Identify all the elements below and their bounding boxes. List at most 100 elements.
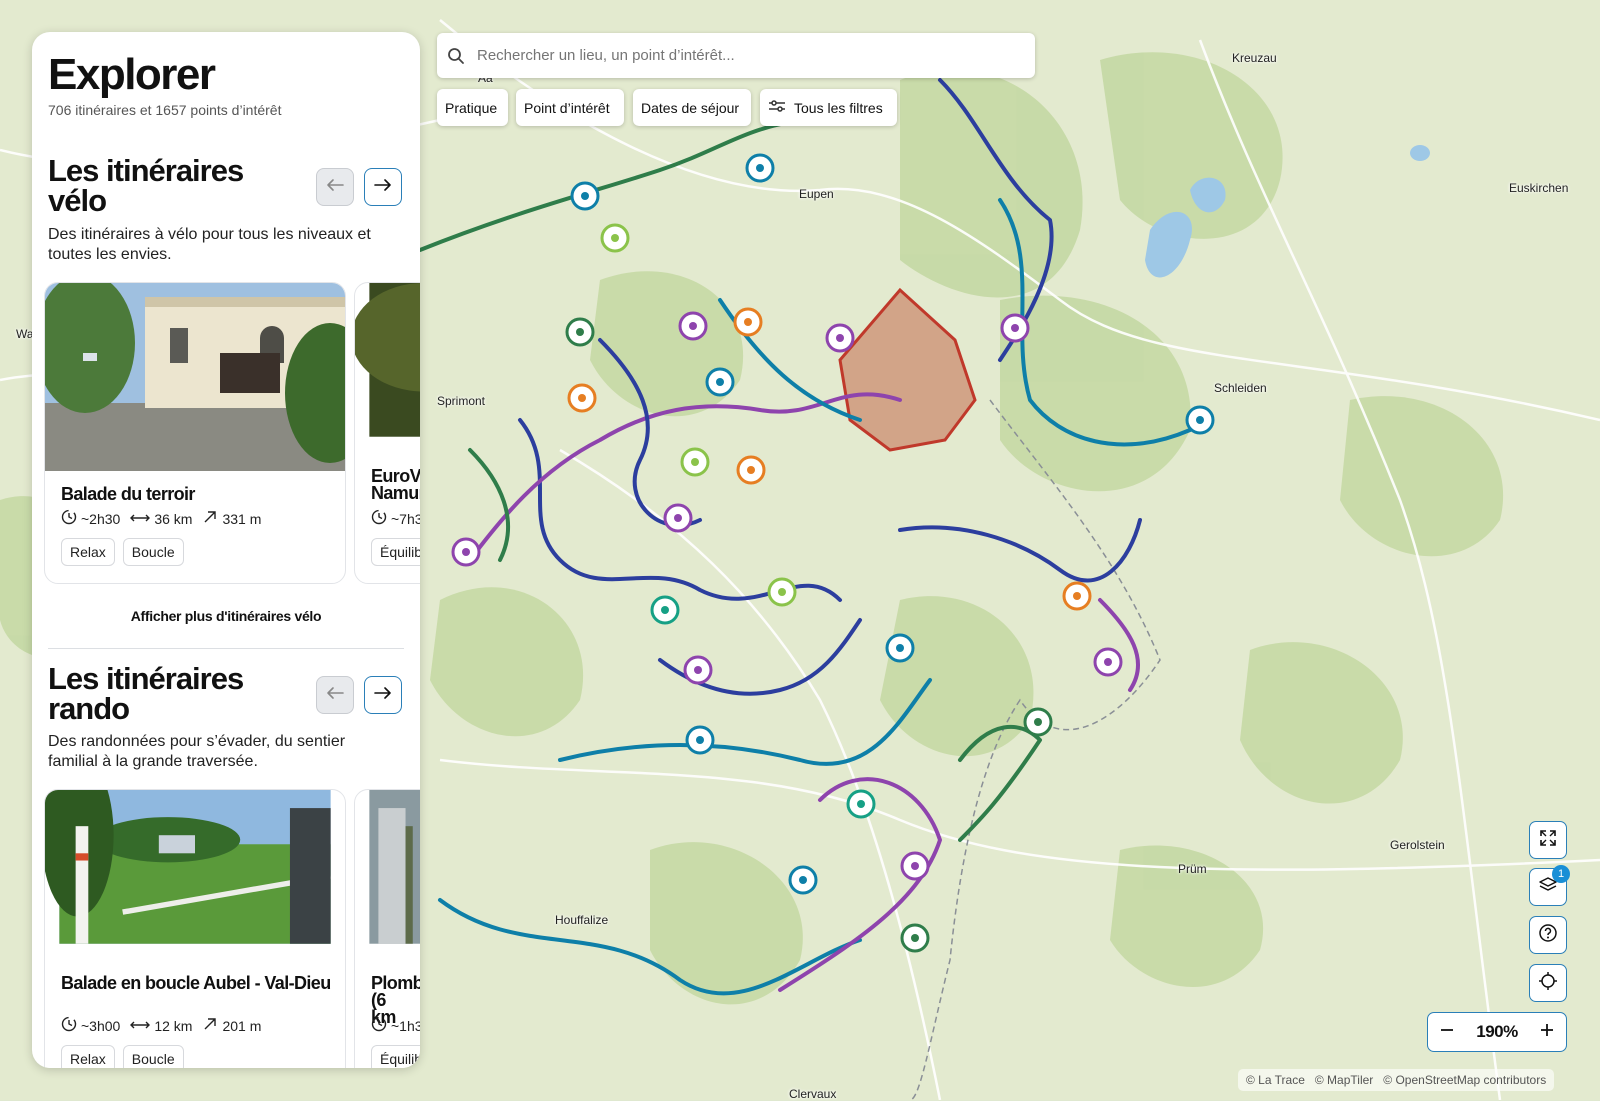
route-tag: Équilib	[371, 538, 420, 566]
filter-chip-dates[interactable]: Dates de séjour	[633, 89, 751, 126]
results-count: 706 itinéraires et 1657 points d’intérêt	[48, 102, 282, 118]
elevation-icon	[202, 1016, 218, 1035]
nature-poi-marker[interactable]	[680, 447, 710, 477]
carousel-prev-button[interactable]	[316, 676, 354, 714]
route-card-title: Balade du terroir	[61, 484, 195, 504]
route-card-title: EuroVelo Namur	[371, 466, 420, 503]
place-label: Euskirchen	[1509, 181, 1569, 195]
section-description: Des randonnées pour s’évader, du sentier…	[48, 733, 346, 770]
carousel-next-button[interactable]	[364, 168, 402, 206]
route-tag: Boucle	[122, 1045, 184, 1068]
clock-icon	[371, 1016, 387, 1035]
attribution-link[interactable]: © MapTiler	[1315, 1073, 1373, 1087]
walking-poi-marker[interactable]	[1023, 707, 1053, 737]
walking-poi-marker[interactable]	[900, 923, 930, 953]
hiking-poi-marker[interactable]	[451, 537, 481, 567]
minus-icon	[1439, 1022, 1455, 1043]
carousel-next-button[interactable]	[364, 676, 402, 714]
hiking-poi-marker[interactable]	[825, 323, 855, 353]
cycling-poi-marker[interactable]	[705, 367, 735, 397]
route-duration: ~2h30	[81, 510, 121, 527]
filter-chip-poi[interactable]: Point d’intérêt	[516, 89, 624, 126]
place-label: Wa	[16, 327, 34, 341]
restaurant-poi-marker[interactable]	[567, 383, 597, 413]
hiking-poi-marker[interactable]	[663, 503, 693, 533]
carousel-prev-button[interactable]	[316, 168, 354, 206]
show-more-cycling-link[interactable]: Afficher plus d'itinéraires vélo	[32, 608, 420, 624]
hiking-poi-marker[interactable]	[1093, 647, 1123, 677]
arrow-left-icon	[326, 686, 344, 705]
nature-poi-marker[interactable]	[767, 577, 797, 607]
distance-icon	[130, 511, 151, 527]
place-label: Gerolstein	[1390, 838, 1445, 852]
leisure-poi-marker[interactable]	[846, 789, 876, 819]
filter-chip-practice[interactable]: Pratique	[437, 89, 508, 126]
leisure-poi-marker[interactable]	[788, 865, 818, 895]
walking-poi-marker[interactable]	[1185, 405, 1215, 435]
route-card-photo	[45, 790, 332, 944]
restaurant-poi-marker[interactable]	[1062, 581, 1092, 611]
route-tag: Relax	[61, 1045, 115, 1068]
hiking-poi-marker[interactable]	[678, 311, 708, 341]
route-card[interactable]: Balade en boucle Aubel - Val-Dieu ~3h00 …	[44, 789, 346, 1068]
arrow-left-icon	[326, 178, 344, 197]
place-label: Sprimont	[437, 394, 486, 408]
arrow-right-icon	[374, 686, 392, 705]
hiking-poi-marker[interactable]	[900, 851, 930, 881]
page-title: Explorer	[48, 50, 216, 99]
hiking-poi-marker[interactable]	[683, 655, 713, 685]
cycling-poi-marker[interactable]	[885, 633, 915, 663]
section-title-cycling: Les itinéraires vélo	[48, 153, 244, 218]
place-label: Prüm	[1178, 862, 1207, 876]
zoom-in-button[interactable]	[1528, 1013, 1566, 1051]
swimming-poi-marker[interactable]	[650, 595, 680, 625]
lodging-poi-marker[interactable]	[736, 455, 766, 485]
route-card[interactable]: EuroVelo Namur ~7h3 Équilib	[354, 282, 420, 584]
fullscreen-button[interactable]	[1529, 821, 1567, 859]
route-card-photo	[355, 283, 420, 437]
locate-button[interactable]	[1529, 964, 1567, 1002]
place-label: Clervaux	[789, 1087, 837, 1101]
place-label: Eupen	[799, 187, 834, 201]
hiking-poi-marker[interactable]	[1000, 313, 1030, 343]
place-label: Kreuzau	[1232, 51, 1277, 65]
expand-icon	[1539, 829, 1557, 852]
lodging-poi-marker[interactable]	[733, 307, 763, 337]
section-description: Des itinéraires à vélo pour tous les niv…	[48, 226, 371, 263]
zoom-out-button[interactable]	[1428, 1013, 1466, 1051]
place-label: Houffalize	[555, 913, 609, 927]
nature-poi-marker[interactable]	[600, 223, 630, 253]
filter-chip-label: Pratique	[445, 99, 498, 116]
route-distance: 36 km	[154, 510, 193, 527]
route-duration: ~7h3	[391, 510, 420, 527]
route-card-photo	[45, 283, 345, 471]
zoom-control: 190%	[1427, 1012, 1567, 1052]
attribution-link[interactable]: © OpenStreetMap contributors	[1383, 1073, 1546, 1087]
cycling-poi-marker[interactable]	[570, 181, 600, 211]
elevation-icon	[202, 509, 218, 528]
search-input[interactable]	[475, 46, 1019, 65]
arrow-right-icon	[374, 178, 392, 197]
zoom-level: 190%	[1476, 1022, 1518, 1041]
route-elevation: 201 m	[222, 1017, 262, 1034]
layers-count-badge: 1	[1552, 865, 1570, 883]
filter-chip-label: Point d’intérêt	[524, 99, 610, 116]
plus-icon	[1539, 1022, 1555, 1043]
walking-poi-marker[interactable]	[685, 725, 715, 755]
clock-icon	[61, 509, 77, 528]
search-bar[interactable]	[437, 33, 1035, 78]
distance-icon	[130, 1018, 151, 1034]
sliders-icon	[768, 99, 786, 116]
route-card[interactable]: Plomb (6 km ~1h3 Équilib	[354, 789, 420, 1068]
route-tag: Relax	[61, 538, 115, 566]
help-button[interactable]	[1529, 916, 1567, 954]
attribution-link[interactable]: © La Trace	[1246, 1073, 1305, 1087]
filter-chip-label: Dates de séjour	[641, 99, 740, 116]
walking-poi-marker[interactable]	[565, 317, 595, 347]
route-distance: 12 km	[154, 1017, 193, 1034]
route-card[interactable]: Balade du terroir ~2h30 36 km 331 m Rela…	[44, 282, 346, 584]
cycling-poi-marker[interactable]	[745, 153, 775, 183]
filter-chip-all-filters[interactable]: Tous les filtres	[760, 89, 897, 126]
section-title-hiking: Les itinéraires rando	[48, 661, 244, 726]
place-label: Schleiden	[1214, 381, 1267, 395]
